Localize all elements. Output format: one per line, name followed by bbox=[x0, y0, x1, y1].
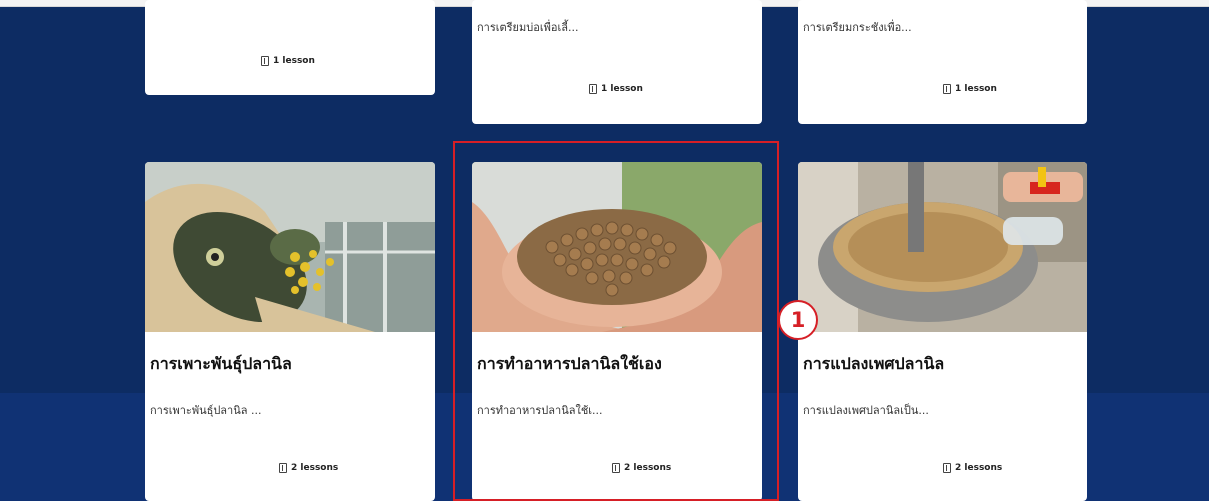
course-title[interactable]: การแปลงเพศปลานิล bbox=[803, 352, 944, 377]
course-description: การแปลงเพศปลานิลเป็น... bbox=[803, 404, 929, 417]
course-card[interactable]: การเตรียมบ่อเพื่อเลี้... 1 lesson bbox=[472, 0, 762, 124]
lesson-count: 1 lesson bbox=[589, 84, 643, 94]
course-card[interactable]: การเพาะพันธุ์ปลานิล การเพาะพันธุ์ปลานิล … bbox=[145, 162, 435, 501]
lesson-count-label: 1 lesson bbox=[273, 56, 315, 66]
book-icon bbox=[943, 463, 951, 473]
step-marker: 1 bbox=[778, 300, 818, 340]
lesson-count-label: 2 lessons bbox=[291, 463, 339, 473]
step-number: 1 bbox=[790, 308, 806, 332]
lesson-count-label: 2 lessons bbox=[955, 463, 1003, 473]
lesson-count: 1 lesson bbox=[943, 84, 997, 94]
book-icon bbox=[943, 84, 951, 94]
course-card[interactable]: การเตรียมกระชังเพื่อ... 1 lesson bbox=[798, 0, 1087, 124]
book-icon bbox=[589, 84, 597, 94]
lesson-count: 2 lessons bbox=[279, 463, 338, 473]
lesson-count: 2 lessons bbox=[943, 463, 1002, 473]
lesson-count-label: 1 lesson bbox=[601, 84, 643, 94]
course-card[interactable]: การแปลงเพศปลานิล การแปลงเพศปลานิลเป็น...… bbox=[798, 162, 1087, 501]
highlight-box bbox=[453, 141, 779, 501]
book-icon bbox=[279, 463, 287, 473]
course-description: การเตรียมบ่อเพื่อเลี้... bbox=[477, 21, 579, 34]
fish-eggs-image bbox=[145, 162, 435, 332]
course-card[interactable]: 1 lesson bbox=[145, 0, 435, 95]
course-description: การเพาะพันธุ์ปลานิล ... bbox=[150, 404, 262, 417]
course-description: การเตรียมกระชังเพื่อ... bbox=[803, 21, 912, 34]
hormone-mixing-image bbox=[798, 162, 1087, 332]
course-title[interactable]: การเพาะพันธุ์ปลานิล bbox=[150, 352, 292, 377]
book-icon bbox=[261, 56, 269, 66]
lesson-count: 1 lesson bbox=[261, 56, 315, 66]
lesson-count-label: 1 lesson bbox=[955, 84, 997, 94]
